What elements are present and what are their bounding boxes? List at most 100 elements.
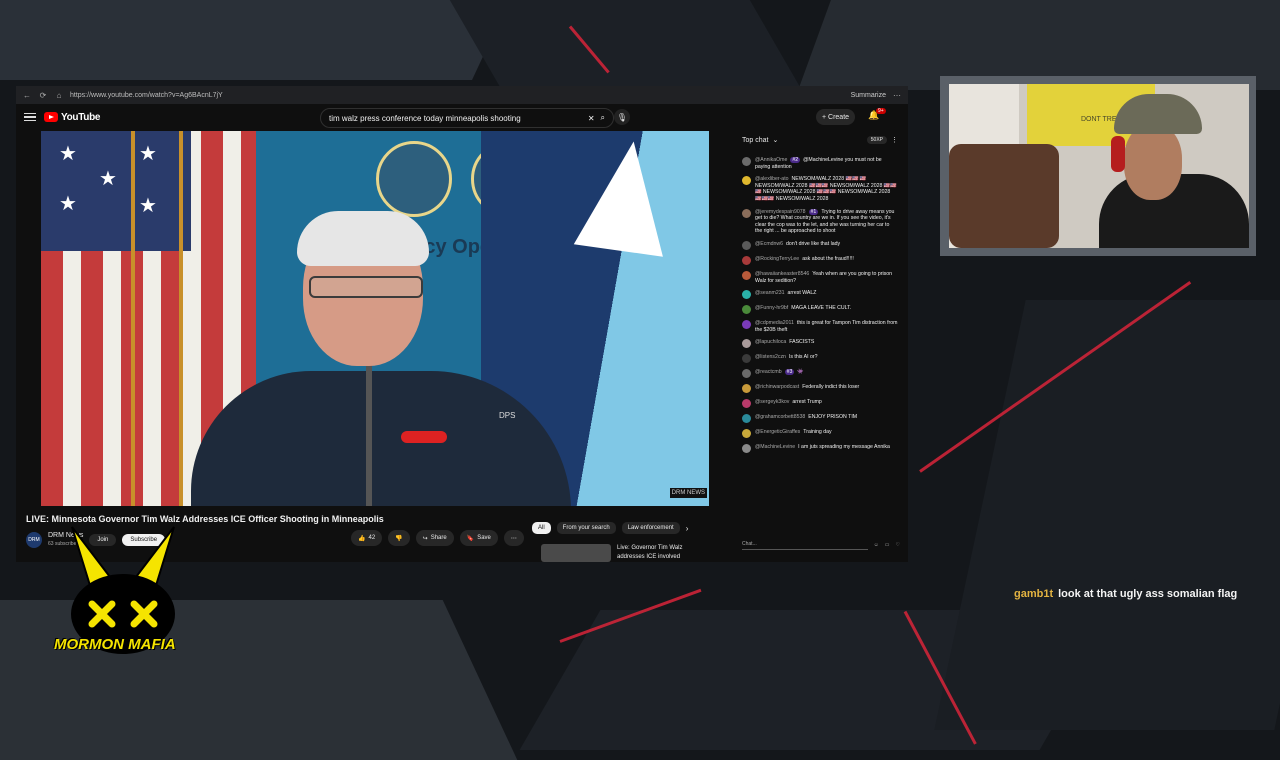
back-icon[interactable]: ← [22,91,32,100]
channel-avatar[interactable]: DRM [26,532,42,548]
more-actions-button[interactable]: ⋯ [503,530,524,546]
chat-input-row: Chat... ☺ ▭ ♡ [742,538,900,552]
chat-avatar[interactable] [742,354,751,364]
chat-avatar[interactable] [742,290,751,300]
video-player[interactable]: ency Ope ★ ★ ★ ★ ★ DPS DRM NEWS [41,131,709,506]
chat-text: arrest WALZ [787,290,817,297]
chat-avatar[interactable] [742,414,751,424]
chat-menu-icon[interactable]: ⋮ [891,136,898,144]
save-button[interactable]: 🔖 Save [459,530,498,546]
dislike-button[interactable]: 👎 [388,530,410,546]
reload-icon[interactable]: ⟳ [38,91,48,100]
chat-avatar[interactable] [742,157,751,166]
summarize-button[interactable]: Summarize [851,92,886,99]
streamer-face [1124,124,1182,200]
create-button[interactable]: + Create [816,109,856,125]
recommended-title[interactable]: Live: Governor Tim Walz addresses ICE in… [617,544,707,562]
chat-username[interactable]: @RockingTerryLee [755,256,799,262]
chat-username[interactable]: @sergeyk3kov [755,399,789,405]
emoji-icon[interactable]: ☺ [874,542,879,548]
chat-username[interactable]: @richinwarpodcast [755,384,799,390]
overlay-message: look at that ugly ass somalian flag [1058,588,1238,600]
chat-avatar[interactable] [742,305,751,315]
chat-username[interactable]: @jeremydespain9078 [755,209,806,215]
chat-username[interactable]: @AnnikaOme [755,157,787,163]
like-button[interactable]: 👍 42 [351,530,383,546]
chat-avatar[interactable] [742,429,751,439]
chat-avatar[interactable] [742,255,751,265]
chat-input[interactable]: Chat... [742,541,868,550]
chat-username[interactable]: @Funny-hr9bf [755,305,788,311]
chat-avatar[interactable] [742,399,751,409]
bookmark-icon: 🔖 [466,535,475,542]
chat-username[interactable]: @seanm231 [755,290,785,296]
save-label: Save [477,535,491,541]
chat-message: @alexliber-ato NEWSOM/WALZ 2028 🇺🇸🇺🇸 🇺🇸 N… [732,175,908,203]
chat-message: @lapuchiloca FASCISTS [732,338,908,349]
chat-avatar[interactable] [742,339,751,349]
heart-icon[interactable]: ♡ [896,542,900,548]
chat-text: ask about the fraud!!!!! [802,255,854,262]
chip-all[interactable]: All [532,522,551,534]
microphone-icon[interactable]: 🎙 [614,109,630,125]
chat-avatar[interactable] [742,384,751,394]
speaker-glasses [309,276,423,298]
search-input[interactable]: tim walz press conference today minneapo… [329,114,582,123]
address-bar: ← ⟳ ⌂ https://www.youtube.com/watch?v=Ag… [16,86,908,104]
clear-icon[interactable]: ✕ [588,114,595,123]
chat-username[interactable]: @cdpmedia2011 [755,320,794,326]
filter-chips: All From your search Law enforcement › [532,522,688,534]
chat-username[interactable]: @hawaiiankeaster8546 [755,271,809,277]
chevron-down-icon[interactable]: ⌄ [772,136,778,144]
chat-avatar[interactable] [742,176,751,186]
chat-avatar[interactable] [742,444,751,454]
jacket-text: DPS [499,411,516,420]
overlay-username: gamb1t [1014,588,1054,600]
logo-text: MORMON MAFIA [54,636,176,653]
search-box[interactable]: tim walz press conference today minneapo… [320,108,614,128]
chat-username[interactable]: @alexliber-ato [755,176,789,182]
chat-avatar[interactable] [742,270,751,280]
url-field[interactable]: https://www.youtube.com/watch?v=Ag6BAcnL… [70,92,845,99]
chat-username[interactable]: @grahamcorbett8538 [755,414,805,420]
chat-message-body: @EnergeticGiraffes Training day [755,429,832,438]
chat-username[interactable]: @MachineLevine [755,444,795,450]
like-count: 42 [368,535,376,541]
youtube-logo[interactable]: YouTube [44,112,101,123]
chip-from-your-search[interactable]: From your search [556,522,616,534]
chat-message: @MachineLevine I am juts spreading my mes… [732,443,908,454]
chat-avatar[interactable] [742,369,751,379]
chat-rank-badge: #1 [808,208,819,215]
chat-avatar[interactable] [742,320,751,330]
chat-message: @Funny-hr9bf MAGA LEAVE THE CULT. [732,304,908,315]
super-chat-icon[interactable]: ▭ [885,542,890,548]
chat-messages: @AnnikaOme #2 @MachineLevine you must not … [732,156,908,458]
chat-message-body: @cdpmedia2011 this is great for Tampon Ti… [755,320,898,333]
webcam-feed: DONT TREAD [949,84,1249,248]
chat-username[interactable]: @EnergeticGiraffes [755,429,800,435]
extensions-icon[interactable]: ⋯ [892,91,902,100]
chat-message-body: @richinwarpodcast Federally indict this l… [755,384,859,393]
chat-message-body: @alexliber-ato NEWSOM/WALZ 2028 🇺🇸🇺🇸 🇺🇸 N… [755,176,898,202]
chat-message-body: @reactcmb #3 👾 [755,369,804,378]
background-panel [0,0,528,80]
chip-law-enforcement[interactable]: Law enforcement [621,522,680,534]
recommended-thumbnail[interactable] [541,544,611,562]
share-button[interactable]: ↪ Share [415,530,454,546]
chevron-right-icon[interactable]: › [686,524,689,533]
recommended-video[interactable]: Live: Governor Tim Walz addresses ICE in… [541,544,707,562]
chat-mode-dropdown[interactable]: Top chat [742,137,768,144]
search-icon[interactable]: ⌕ [601,113,605,123]
chat-username[interactable]: @listens2czn [755,354,786,360]
video-actions: 👍 42 👎 ↪ Share 🔖 Save ⋯ [351,530,524,546]
chat-avatar[interactable] [742,240,751,250]
chat-username[interactable]: @reactcmb [755,369,782,375]
chat-message: @jeremydespain9078 #1 Trying to drive away… [732,208,908,236]
chat-text: 👾 [797,369,804,376]
chat-avatar[interactable] [742,208,751,218]
chat-username[interactable]: @Ecmdnw6 [755,241,783,247]
menu-icon[interactable] [24,112,36,122]
chat-username[interactable]: @lapuchiloca [755,339,786,345]
channel-watermark: DRM NEWS [669,488,707,498]
more-icon: ⋯ [510,535,517,542]
